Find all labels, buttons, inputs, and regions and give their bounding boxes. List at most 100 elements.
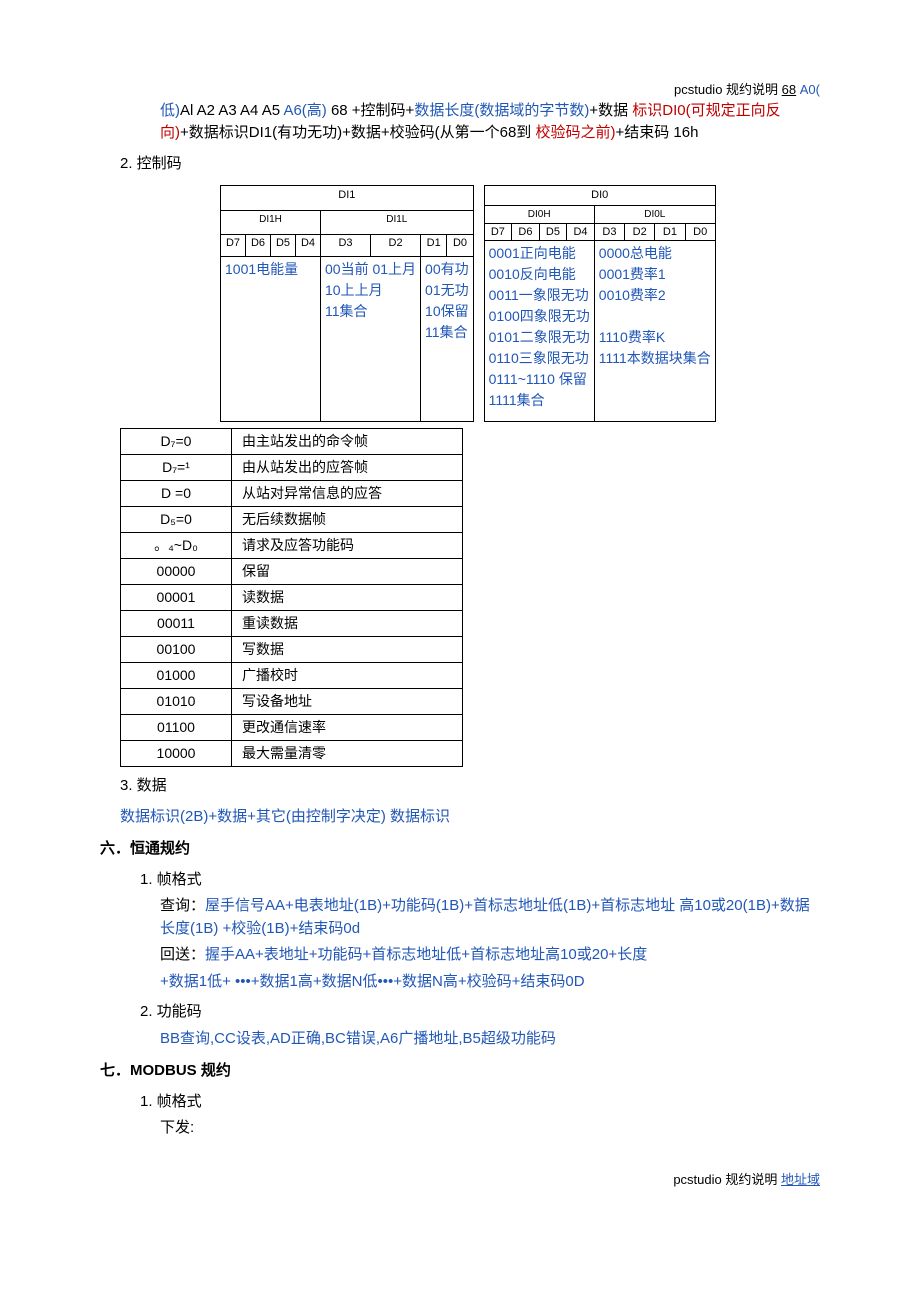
d-cell: D5 [271, 234, 296, 257]
h6-1-reply: 回送：握手AA+表地址+功能码+首标志地址低+首标志地址高10或20+长度 [160, 944, 820, 967]
table-row: D₅=0无后续数据帧 [121, 507, 463, 533]
table-row: 00001读数据 [121, 585, 463, 611]
di1-colR1: 00当前 01上月 10上上月 11集合 [321, 257, 421, 422]
d-cell: D3 [321, 234, 371, 257]
h6-1-q-text: 屋手信号AA+电表地址(1B)+功能码(1B)+首标志地址低(1B)+首标志地址… [160, 897, 810, 937]
d-cell: D1 [655, 223, 685, 241]
intro-seg: Al A2 A3 A4 A5 [180, 102, 280, 119]
d-cell: D2 [371, 234, 421, 257]
intro-paragraph: 低)Al A2 A3 A4 A5 A6(高) 68 +控制码+数据长度(数据域的… [160, 100, 820, 145]
intro-seg: +数据 [589, 102, 628, 119]
footer-link: 地址域 [781, 1172, 820, 1187]
table-row: 01100更改通信速率 [121, 715, 463, 741]
table-row: D₇=¹由从站发出的应答帧 [121, 455, 463, 481]
di1-colL: 1001电能量 [221, 257, 321, 422]
di-tables-wrap: DI1 DI1H DI1L D7 D6 D5 D4 D3 D2 D1 D0 10… [220, 185, 820, 422]
page-header: pcstudio 规约说明 68 A0( [100, 80, 820, 100]
h6-1-r-text: 握手AA+表地址+功能码+首标志地址低+首标志地址高10或20+长度 [205, 946, 647, 963]
section-2-title: 2. 控制码 [120, 153, 820, 176]
h6-1-r-label: 回送： [160, 946, 205, 963]
d-cell: D5 [539, 223, 567, 241]
table-row: 00011重读数据 [121, 611, 463, 637]
ctrl-key: 01010 [121, 689, 232, 715]
intro-seg: +结束码 16h [615, 124, 698, 141]
h7-1-text: 下发: [160, 1117, 820, 1140]
ctrl-key: 。₄~D₀ [121, 533, 232, 559]
h6-1-r2: +数据1低+ •••+数据1高+数据N低•••+数据N高+校验码+结束码0D [160, 971, 820, 994]
table-row: 。₄~D₀请求及应答功能码 [121, 533, 463, 559]
ctrl-val: 请求及应答功能码 [232, 533, 463, 559]
ctrl-val: 保留 [232, 559, 463, 585]
ctrl-key: 10000 [121, 741, 232, 767]
intro-seg: 68 +控制码+ [327, 102, 415, 119]
ctrl-key: 00000 [121, 559, 232, 585]
di1-subR: DI1L [321, 211, 474, 234]
ctrl-val: 更改通信速率 [232, 715, 463, 741]
ctrl-key: D =0 [121, 481, 232, 507]
ctrl-key: D₅=0 [121, 507, 232, 533]
h7-1: 1. 帧格式 [140, 1091, 820, 1114]
section-3-line: 数据标识(2B)+数据+其它(由控制字决定) 数据标识 [120, 806, 820, 829]
ctrl-val: 无后续数据帧 [232, 507, 463, 533]
header-blue: A0( [800, 82, 820, 97]
table-row: 01010写设备地址 [121, 689, 463, 715]
intro-seg: A6(高) [283, 102, 326, 119]
di1-colR2: 00有功 01无功 10保留 11集合 [421, 257, 474, 422]
d-cell: D4 [296, 234, 321, 257]
ctrl-key: 00001 [121, 585, 232, 611]
d-cell: D0 [447, 234, 473, 257]
di0-subR: DI0L [594, 205, 715, 223]
ctrl-val: 由主站发出的命令帧 [232, 429, 463, 455]
intro-seg: +数据标识DI1(有功无功)+数据+校验码(从第一个68到 [180, 124, 531, 141]
ctrl-key: 00011 [121, 611, 232, 637]
d-cell: D7 [484, 223, 512, 241]
ctrl-key: 01100 [121, 715, 232, 741]
di1-table: DI1 DI1H DI1L D7 D6 D5 D4 D3 D2 D1 D0 10… [220, 185, 474, 422]
di0-table: DI0 DI0H DI0L D7 D6 D5 D4 D3 D2 D1 D0 00… [484, 185, 716, 422]
d-cell: D7 [221, 234, 246, 257]
header-u: 68 [782, 82, 796, 97]
di0-subL: DI0H [484, 205, 594, 223]
footer-prefix: pcstudio 规约说明 [673, 1172, 777, 1187]
d-cell: D4 [567, 223, 595, 241]
d-cell: D0 [685, 223, 715, 241]
di0-colR: 0000总电能 0001费率1 0010费率2 1110费率K 1111本数据块… [594, 241, 715, 422]
ctrl-val: 最大需量清零 [232, 741, 463, 767]
heading-6: 六．恒通规约 [100, 838, 820, 861]
table-row: 10000最大需量清零 [121, 741, 463, 767]
d-cell: D6 [512, 223, 540, 241]
d-cell: D6 [246, 234, 271, 257]
ctrl-key: D₇=¹ [121, 455, 232, 481]
ctrl-val: 写设备地址 [232, 689, 463, 715]
table-row: D₇=0由主站发出的命令帧 [121, 429, 463, 455]
ctrl-val: 由从站发出的应答帧 [232, 455, 463, 481]
ctrl-key: 01000 [121, 663, 232, 689]
d-cell: D1 [421, 234, 447, 257]
d-cell: D3 [594, 223, 624, 241]
table-row: 00100写数据 [121, 637, 463, 663]
intro-seg: 低) [160, 102, 180, 119]
ctrl-val: 重读数据 [232, 611, 463, 637]
d-cell: D2 [625, 223, 655, 241]
h6-2: 2. 功能码 [140, 1001, 820, 1024]
header-prefix: pcstudio 规约说明 [674, 82, 778, 97]
h6-2-text: BB查询,CC设表,AD正确,BC错误,A6广播地址,B5超级功能码 [160, 1028, 820, 1051]
intro-seg: 数据长度(数据域的字节数) [414, 102, 589, 119]
table-row: 00000保留 [121, 559, 463, 585]
intro-seg: 校验码之前) [531, 124, 615, 141]
h6-1: 1. 帧格式 [140, 869, 820, 892]
table-row: D =0从站对异常信息的应答 [121, 481, 463, 507]
section-3-title: 3. 数据 [120, 775, 820, 798]
di0-title: DI0 [484, 186, 715, 206]
h6-1-query: 查询：屋手信号AA+电表地址(1B)+功能码(1B)+首标志地址低(1B)+首标… [160, 895, 820, 940]
h6-1-q-label: 查询： [160, 897, 205, 914]
di1-title: DI1 [221, 186, 474, 211]
control-code-table: D₇=0由主站发出的命令帧D₇=¹由从站发出的应答帧D =0从站对异常信息的应答… [120, 428, 463, 767]
table-row: 01000广播校时 [121, 663, 463, 689]
ctrl-val: 写数据 [232, 637, 463, 663]
page-footer: pcstudio 规约说明 地址域 [100, 1170, 820, 1190]
ctrl-val: 从站对异常信息的应答 [232, 481, 463, 507]
ctrl-key: 00100 [121, 637, 232, 663]
ctrl-val: 读数据 [232, 585, 463, 611]
heading-7: 七．MODBUS 规约 [100, 1060, 820, 1083]
